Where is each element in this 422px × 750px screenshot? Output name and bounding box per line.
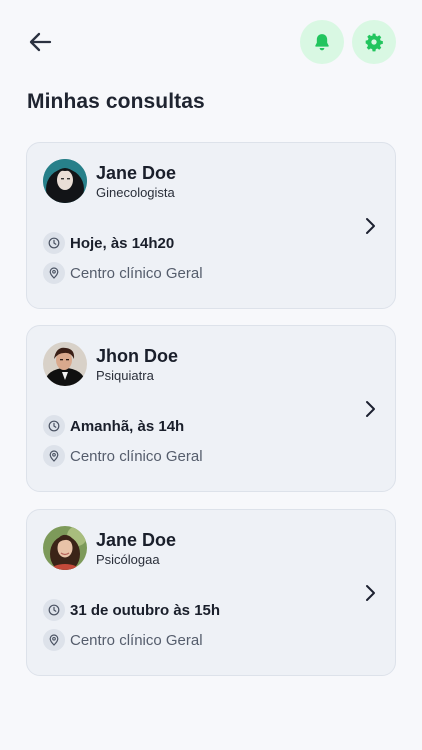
doctor-specialty: Ginecologista [96,185,175,200]
clock-icon [43,415,65,437]
chevron-right-icon[interactable] [362,215,378,237]
location-pin-icon [43,445,65,467]
chevron-right-icon[interactable] [362,582,378,604]
page-title: Minhas consultas [27,90,205,113]
back-button[interactable] [28,26,68,58]
location-pin-icon [43,629,65,651]
appointment-time-row: 31 de outubro às 15h [43,599,220,621]
bell-icon [315,34,329,51]
location-pin-icon [43,262,65,284]
appointment-time-row: Amanhã, às 14h [43,415,184,437]
app-screen: Minhas consultas Jane Doe Ginecologista … [0,0,422,750]
notifications-button[interactable] [300,20,344,64]
doctor-specialty: Psicólogaa [96,552,160,567]
gear-icon [365,33,383,52]
appointment-place: Centro clínico Geral [70,447,203,465]
top-bar [0,0,422,84]
appointment-card[interactable]: Jane Doe Psicólogaa 31 de outubro às 15h… [26,509,396,676]
doctor-name: Jhon Doe [96,346,179,366]
clock-icon [43,232,65,254]
appointment-card[interactable]: Jhon Doe Psiquiatra Amanhã, às 14h Centr… [26,325,396,492]
appointment-time: Hoje, às 14h20 [70,234,175,252]
appointment-time: Amanhã, às 14h [70,417,185,435]
avatar [43,526,87,570]
appointment-place-row: Centro clínico Geral [43,262,203,284]
doctor-name: Jane Doe [96,163,177,183]
avatar [43,342,87,386]
appointment-place: Centro clínico Geral [70,264,203,282]
doctor-specialty: Psiquiatra [96,368,154,383]
avatar [43,159,87,203]
doctor-name: Jane Doe [96,530,177,550]
arrow-left-icon [29,32,52,52]
clock-icon [43,599,65,621]
appointment-place: Centro clínico Geral [70,631,203,649]
appointment-time: 31 de outubro às 15h [70,601,221,619]
appointment-card[interactable]: Jane Doe Ginecologista Hoje, às 14h20 Ce… [26,142,396,309]
settings-button[interactable] [352,20,396,64]
appointment-time-row: Hoje, às 14h20 [43,232,174,254]
chevron-right-icon[interactable] [362,398,378,420]
appointment-place-row: Centro clínico Geral [43,445,203,467]
appointment-place-row: Centro clínico Geral [43,629,203,651]
